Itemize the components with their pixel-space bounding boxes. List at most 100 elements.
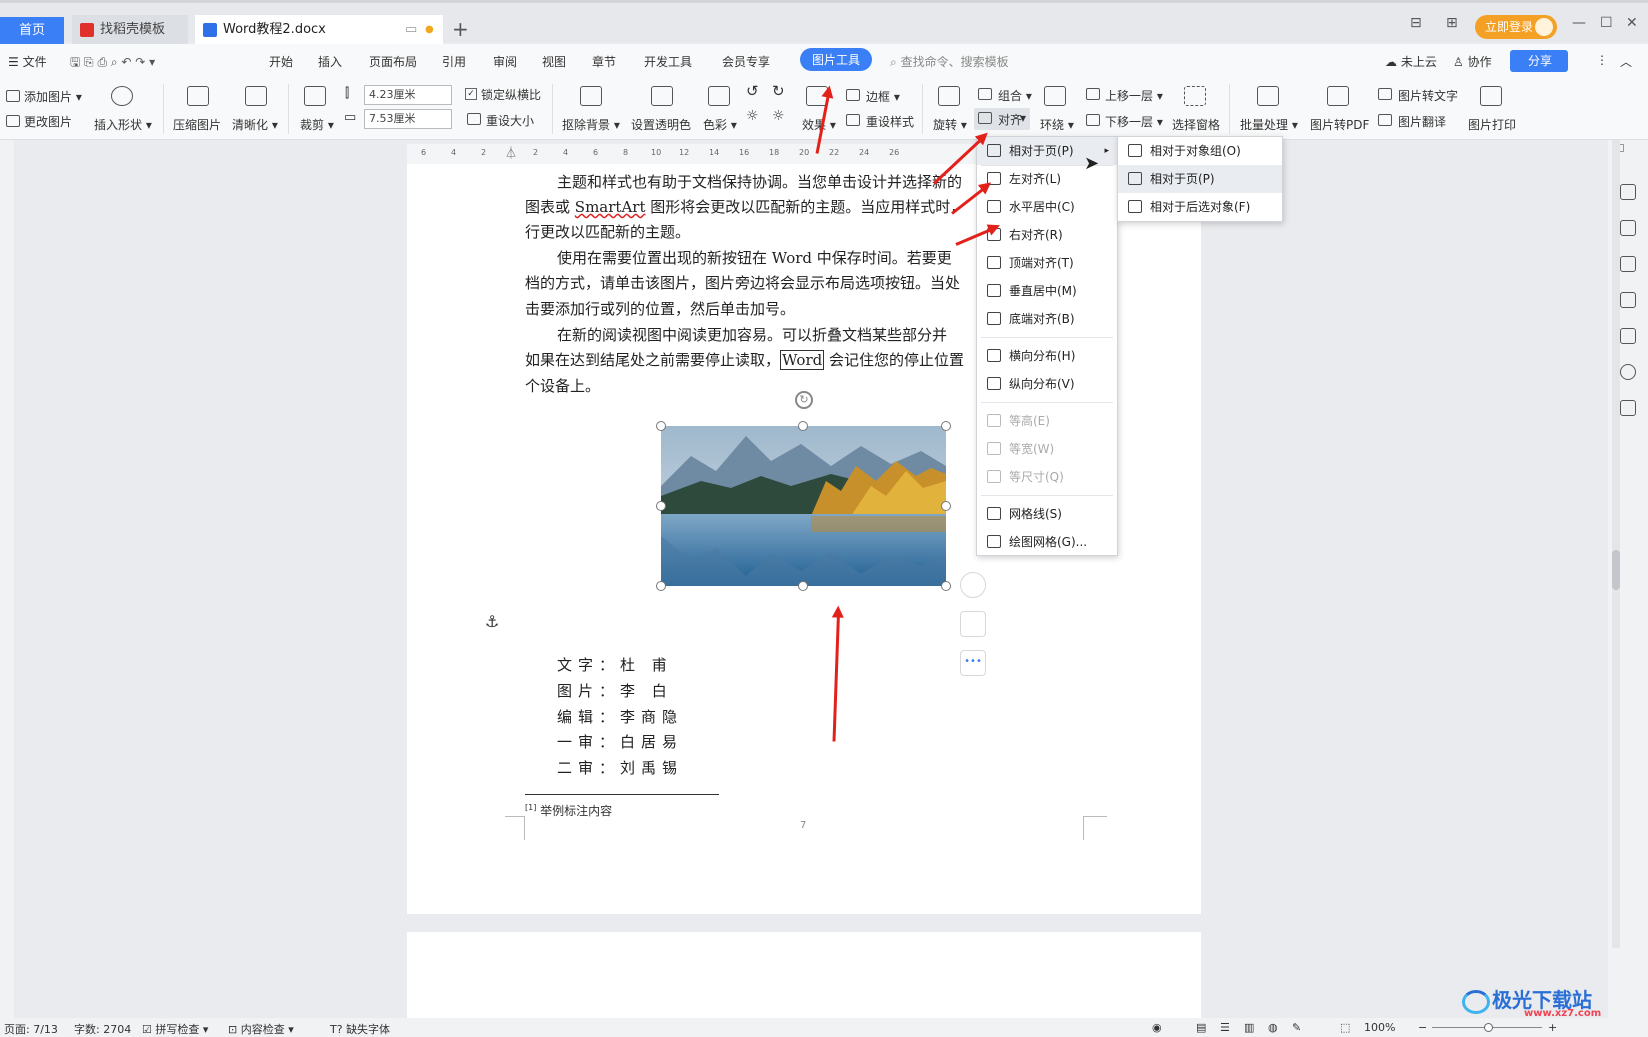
menu-item-picture-tools[interactable]: 图片工具 <box>800 48 873 71</box>
pen-icon[interactable] <box>1620 220 1636 236</box>
layout-icon[interactable]: ⊟ <box>1410 15 1422 31</box>
crop-button[interactable]: 裁剪 ▾ <box>300 116 334 133</box>
resize-handle[interactable] <box>656 501 666 511</box>
insert-shape-button[interactable]: 插入形状 ▾ <box>94 116 152 133</box>
wrap-button[interactable]: 环绕 ▾ <box>1040 116 1074 133</box>
tab-document[interactable]: Word教程2.docx ▭ ● <box>195 15 443 45</box>
zoom-level[interactable]: 100% <box>1364 1021 1395 1034</box>
menu-item-align-top[interactable]: 顶端对齐(T) <box>977 249 1117 277</box>
word-count[interactable]: 字数: 2704 <box>74 1021 131 1037</box>
zoom-out-icon[interactable]: − <box>1418 1021 1427 1034</box>
fit-page-icon[interactable]: ⬚ <box>1340 1021 1350 1034</box>
menu-item-review[interactable]: 审阅 <box>493 53 517 70</box>
web-view-icon[interactable]: ◍ <box>1268 1021 1278 1034</box>
quick-toolbar-icons[interactable]: 🖫 ⎘ ⎙ ⌕ ↶ ↷ ▾ <box>70 53 155 74</box>
zoom-in-icon[interactable]: + <box>1548 1021 1557 1034</box>
outline-view-icon[interactable]: ☰ <box>1220 1021 1230 1034</box>
send-backward-button[interactable]: 下移一层 ▾ <box>1105 113 1163 130</box>
batch-process-button[interactable]: 批量处理 ▾ <box>1240 116 1298 133</box>
read-view-icon[interactable]: ▥ <box>1244 1021 1254 1034</box>
missing-font-button[interactable]: T? 缺失字体 <box>330 1021 390 1037</box>
anchor-icon[interactable]: ⚓ <box>485 612 499 631</box>
image-tool-icon[interactable] <box>960 611 986 637</box>
spell-check-button[interactable]: ☑ 拼写检查 ▾ <box>142 1021 208 1037</box>
image-print-button[interactable]: 图片打印 <box>1468 116 1516 133</box>
rotate-handle-icon[interactable]: ↻ <box>795 391 813 409</box>
location-icon[interactable] <box>1620 364 1636 380</box>
menu-item-layout[interactable]: 页面布局 <box>369 53 417 70</box>
content-check-button[interactable]: ⊡ 内容检查 ▾ <box>228 1021 294 1037</box>
write-view-icon[interactable]: ✎ <box>1292 1021 1301 1034</box>
sharpen-button[interactable]: 清晰化 ▾ <box>232 116 278 133</box>
menu-item-view[interactable]: 视图 <box>542 53 566 70</box>
menu-item-align-bottom[interactable]: 底端对齐(B) <box>977 305 1117 333</box>
menu-item-references[interactable]: 引用 <box>442 53 466 70</box>
menu-item-member[interactable]: 会员专享 <box>722 53 770 70</box>
horizontal-ruler[interactable]: 6 4 2 ⏃ 2 4 6 8 10 12 14 16 18 20 22 24 … <box>407 144 991 164</box>
page-view-icon[interactable]: ▤ <box>1196 1021 1206 1034</box>
command-search[interactable]: ⌕ 查找命令、搜索模板 <box>890 53 1009 70</box>
compress-image-button[interactable]: 压缩图片 <box>173 116 221 133</box>
menu-item-drawing-grid[interactable]: 绘图网格(G)... <box>977 528 1117 556</box>
menu-item-dev-tools[interactable]: 开发工具 <box>644 53 692 70</box>
menu-item-chapter[interactable]: 章节 <box>592 53 616 70</box>
landscape-photo[interactable] <box>661 426 946 586</box>
new-tab-button[interactable]: + <box>452 17 469 41</box>
image-to-pdf-button[interactable]: 图片转PDF <box>1310 116 1369 133</box>
menu-item-gridlines[interactable]: 网格线(S) <box>977 500 1117 528</box>
document-page[interactable] <box>407 932 1201 1022</box>
eye-protection-icon[interactable]: ◉ <box>1152 1021 1162 1034</box>
resize-handle[interactable] <box>941 581 951 591</box>
indent-marker-icon[interactable]: ⏃ <box>505 144 517 161</box>
remove-background-button[interactable]: 抠除背景 ▾ <box>562 116 620 133</box>
grid-apps-icon[interactable]: ⊞ <box>1446 15 1458 31</box>
rotate-button[interactable]: 旋转 ▾ <box>933 116 967 133</box>
tab-template[interactable]: 找稻壳模板 <box>72 15 188 45</box>
resize-handle[interactable] <box>656 421 666 431</box>
border-button[interactable]: 边框 ▾ <box>866 88 900 105</box>
close-icon[interactable]: ✕ <box>1626 15 1638 31</box>
reset-style-button[interactable]: 重设样式 <box>866 113 914 130</box>
login-button[interactable]: 立即登录 <box>1475 15 1557 39</box>
resize-handle[interactable] <box>941 501 951 511</box>
selection-pane-button[interactable]: 选择窗格 <box>1172 116 1220 133</box>
resize-handle[interactable] <box>798 421 808 431</box>
menu-item-insert[interactable]: 插入 <box>318 53 342 70</box>
more-icon[interactable]: ⋮ <box>1596 53 1608 67</box>
rotate-right-icon[interactable]: ↻ <box>772 82 785 100</box>
set-transparent-button[interactable]: 设置透明色 <box>631 116 691 133</box>
page-indicator[interactable]: 页面: 7/13 <box>4 1021 58 1037</box>
pointer-icon[interactable] <box>1620 256 1636 272</box>
rotate-left-icon[interactable]: ↺ <box>746 82 759 100</box>
screen-icon[interactable]: ▭ <box>405 15 417 45</box>
submenu-item-relative-to-last[interactable]: 相对于后选对象(F) <box>1118 193 1282 221</box>
tab-home[interactable]: 首页 <box>0 17 64 45</box>
contrast-icon[interactable]: ☼ <box>772 108 785 124</box>
group-button[interactable]: 组合 ▾ <box>998 87 1032 104</box>
submenu-item-relative-to-group[interactable]: 相对于对象组(O) <box>1118 137 1282 165</box>
image-to-text-button[interactable]: 图片转文字 <box>1398 87 1458 104</box>
menu-item-align-middle[interactable]: 垂直居中(M) <box>977 277 1117 305</box>
width-input[interactable]: 7.53厘米 <box>364 109 452 129</box>
menu-item-distribute-v[interactable]: 纵向分布(V) <box>977 370 1117 398</box>
zoom-slider[interactable] <box>1432 1023 1542 1032</box>
resize-handle[interactable] <box>656 581 666 591</box>
change-image-button[interactable]: 更改图片 <box>24 113 72 130</box>
resize-handle[interactable] <box>798 581 808 591</box>
settings-sliders-icon[interactable] <box>1620 292 1636 308</box>
menu-item-distribute-h[interactable]: 横向分布(H) <box>977 342 1117 370</box>
lock-ratio-checkbox[interactable]: ✓ <box>465 88 477 100</box>
share-button[interactable]: 分享 <box>1510 50 1568 72</box>
minimize-icon[interactable]: — <box>1572 15 1586 31</box>
menu-item-align-center[interactable]: 水平居中(C) <box>977 193 1117 221</box>
layout-options-strip[interactable] <box>960 425 976 535</box>
brightness-icon[interactable]: ☼ <box>746 108 759 124</box>
bring-forward-button[interactable]: 上移一层 ▾ <box>1105 87 1163 104</box>
vertical-scrollbar[interactable] <box>1612 140 1620 948</box>
menu-item-start[interactable]: 开始 <box>269 53 293 70</box>
file-menu[interactable]: ☰ 文件 <box>8 53 47 70</box>
zoom-slider-thumb[interactable] <box>1484 1023 1493 1032</box>
resize-handle[interactable] <box>941 421 951 431</box>
add-image-button[interactable]: 添加图片 ▾ <box>24 88 82 105</box>
image-translate-button[interactable]: 图片翻译 <box>1398 113 1446 130</box>
